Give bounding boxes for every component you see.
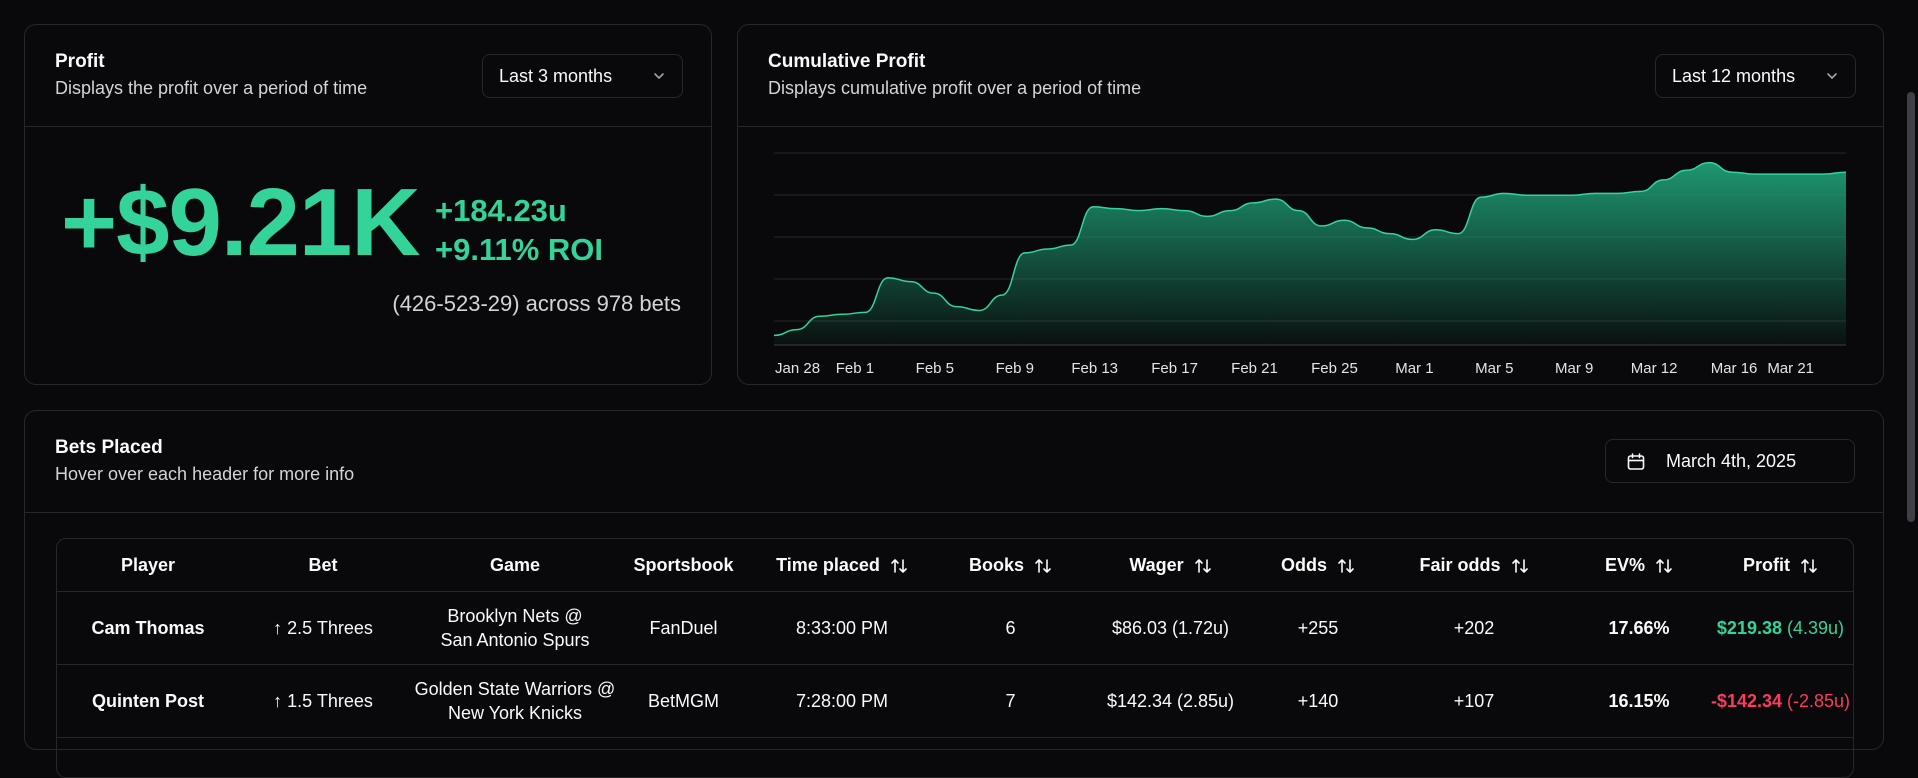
bets-table: Player Bet Game Sportsbook Time placed B…: [56, 538, 1854, 778]
header-wager[interactable]: Wager: [1081, 539, 1260, 592]
header-player[interactable]: Player: [57, 539, 239, 592]
chevron-down-icon: [654, 73, 664, 80]
cumulative-title: Cumulative Profit: [768, 51, 926, 72]
chevron-down-icon: [1827, 73, 1837, 80]
cell-profit: $219.38 (4.39u): [1706, 591, 1853, 665]
sort-icon[interactable]: [1337, 557, 1355, 575]
x-tick-label: Feb 21: [1231, 360, 1278, 377]
profit-card: Profit Displays the profit over a period…: [24, 24, 712, 385]
bets-card-header: Bets Placed Hover over each header for m…: [25, 411, 1883, 513]
table-header-row: Player Bet Game Sportsbook Time placed B…: [57, 539, 1853, 592]
profit-range-select[interactable]: Last 3 months: [482, 54, 683, 98]
profit-roi: +9.11% ROI: [435, 232, 604, 267]
cell-player: Cam Thomas: [57, 591, 239, 665]
cumulative-profit-chart: Jan 28 Feb 1 Feb 5 Feb 9 Feb 13 Feb 17 Feb 21 F…: [773, 152, 1847, 377]
profit-units: +184.23u: [435, 193, 567, 228]
date-picker-value: March 4th, 2025: [1666, 450, 1797, 471]
x-tick-label: Mar 1: [1395, 360, 1433, 377]
profit-subtitle: Displays the profit over a period of tim…: [55, 78, 368, 98]
bets-placed-card: Bets Placed Hover over each header for m…: [24, 410, 1884, 778]
cell-wager: $86.03 (1.72u): [1081, 591, 1260, 665]
x-tick-label: Feb 17: [1151, 360, 1198, 377]
profit-title: Profit: [55, 51, 105, 72]
profit-value: +$9.21K: [61, 169, 421, 276]
x-tick-label: Feb 5: [916, 360, 954, 377]
sort-icon[interactable]: [890, 557, 908, 575]
sort-icon[interactable]: [1194, 557, 1212, 575]
cumulative-range-select[interactable]: Last 12 months: [1655, 54, 1856, 98]
header-fair-odds[interactable]: Fair odds: [1376, 539, 1572, 592]
header-bet[interactable]: Bet: [239, 539, 407, 592]
x-tick-label: Feb 1: [836, 360, 874, 377]
sort-icon[interactable]: [1655, 557, 1673, 575]
header-ev[interactable]: EV%: [1572, 539, 1706, 592]
x-tick-label: Feb 13: [1071, 360, 1118, 377]
x-tick-label: Mar 21: [1767, 360, 1814, 377]
profit-record: (426-523-29) across 978 bets: [392, 291, 681, 316]
cell-game: Brooklyn Nets @ San Antonio Spurs: [407, 591, 623, 665]
x-tick-label: Mar 9: [1555, 360, 1593, 377]
x-tick-label: Mar 16: [1711, 360, 1758, 377]
header-books[interactable]: Books: [940, 539, 1081, 592]
header-odds[interactable]: Odds: [1260, 539, 1376, 592]
x-tick-label: Mar 12: [1631, 360, 1678, 377]
sort-icon[interactable]: [1034, 557, 1052, 575]
cell-odds: +255: [1260, 591, 1376, 665]
bets-subtitle: Hover over each header for more info: [55, 464, 355, 484]
scrollbar-thumb[interactable]: [1907, 92, 1915, 522]
x-tick-label: Feb 9: [996, 360, 1034, 377]
profit-range-value: Last 3 months: [499, 65, 613, 86]
cell-time: 8:33:00 PM: [744, 591, 940, 665]
header-profit[interactable]: Profit: [1706, 539, 1853, 592]
cumulative-profit-card: Cumulative Profit Displays cumulative pr…: [737, 24, 1884, 385]
date-picker-button[interactable]: March 4th, 2025: [1605, 439, 1855, 483]
cell-books: 6: [940, 591, 1081, 665]
sort-icon[interactable]: [1800, 557, 1818, 575]
cumulative-range-value: Last 12 months: [1672, 65, 1796, 86]
sort-icon[interactable]: [1511, 557, 1529, 575]
x-tick-label: Mar 5: [1475, 360, 1513, 377]
chart-x-axis: Jan 28 Feb 1 Feb 5 Feb 9 Feb 13 Feb 17 Feb 21 F…: [775, 360, 1814, 377]
bets-title: Bets Placed: [55, 437, 163, 458]
header-sportsbook[interactable]: Sportsbook: [623, 539, 744, 592]
cell-ev: 17.66%: [1572, 591, 1706, 665]
cumulative-subtitle: Displays cumulative profit over a period…: [768, 78, 1142, 98]
header-time-placed[interactable]: Time placed: [744, 539, 940, 592]
x-tick-label: Feb 25: [1311, 360, 1358, 377]
page-scrollbar[interactable]: [1904, 0, 1918, 727]
chart-area: [774, 162, 1846, 345]
table-row[interactable]: Cam Thomas ↑ 2.5 Threes Brooklyn Nets @ S…: [57, 591, 1853, 665]
profit-card-header: Profit Displays the profit over a period…: [25, 25, 711, 127]
cell-bet: ↑ 2.5 Threes: [239, 591, 407, 665]
calendar-icon: [1627, 453, 1645, 470]
x-tick-label: Jan 28: [775, 360, 820, 377]
cell-sportsbook: FanDuel: [623, 591, 744, 665]
header-game[interactable]: Game: [407, 539, 623, 592]
cumulative-card-header: Cumulative Profit Displays cumulative pr…: [738, 25, 1883, 127]
cell-fair-odds: +202: [1376, 591, 1572, 665]
